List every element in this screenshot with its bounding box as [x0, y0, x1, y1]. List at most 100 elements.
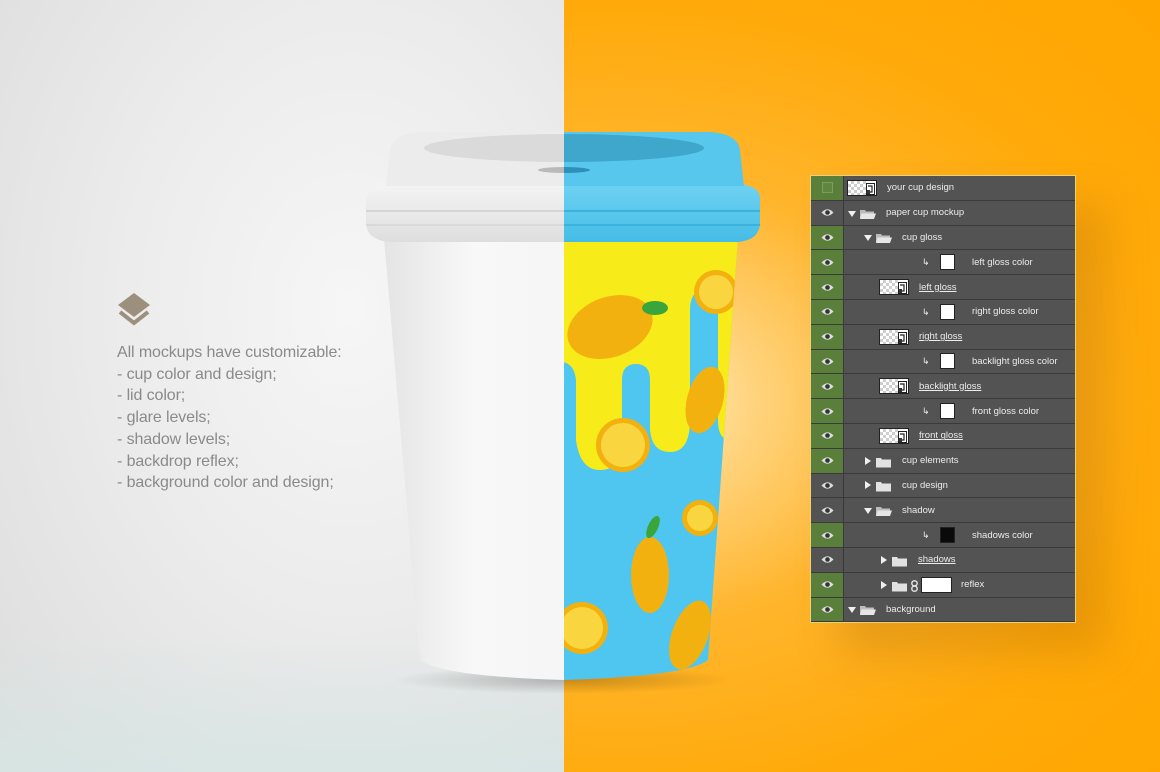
visibility-toggle[interactable] [811, 300, 844, 324]
fill-thumbnail [940, 303, 955, 320]
visibility-off-icon [821, 182, 833, 194]
visibility-toggle[interactable] [811, 597, 844, 622]
layer-row[interactable]: ↳ backlight gloss color [811, 349, 1075, 375]
layer-name: backlight gloss [919, 380, 982, 392]
folder-icon [892, 579, 908, 592]
layer-row[interactable]: cup elements [811, 448, 1075, 474]
visibility-toggle[interactable] [811, 548, 844, 572]
layer-row[interactable]: shadows [811, 548, 1075, 573]
smart-object-thumbnail [879, 427, 909, 444]
expand-arrow-icon[interactable] [881, 580, 887, 589]
folder-icon [860, 207, 876, 219]
eye-icon [821, 456, 834, 465]
eye-icon [821, 307, 834, 316]
layer-row[interactable]: reflex [811, 572, 1075, 598]
eye-icon [821, 208, 834, 217]
layer-row[interactable]: ↳ front gloss color [811, 399, 1075, 424]
visibility-toggle[interactable] [811, 200, 844, 225]
fill-thumbnail [940, 527, 955, 544]
layer-row[interactable]: ↳ left gloss color [811, 250, 1075, 276]
layer-name: cup design [902, 479, 948, 491]
layer-name: right gloss color [972, 306, 1039, 318]
clipping-mask-icon: ↳ [922, 356, 930, 367]
layer-name: shadow [902, 504, 935, 516]
layer-row[interactable]: cup gloss [811, 225, 1075, 251]
collapse-arrow-icon[interactable] [848, 210, 856, 217]
layer-name: left gloss color [972, 256, 1033, 268]
folder-icon [876, 455, 892, 468]
layer-name: paper cup mockup [886, 207, 965, 219]
layer-name: front gloss color [972, 405, 1040, 417]
eye-icon [821, 481, 834, 490]
visibility-toggle[interactable] [811, 473, 844, 498]
layer-name: shadows [918, 554, 956, 566]
folder-icon [892, 554, 908, 567]
layer-row[interactable]: ↳ right gloss color [811, 300, 1075, 325]
eye-icon [821, 357, 834, 366]
layer-name: your cup design [887, 182, 955, 194]
visibility-toggle[interactable] [811, 374, 844, 399]
visibility-toggle[interactable] [811, 399, 844, 423]
smart-object-thumbnail [847, 179, 877, 196]
smart-object-thumbnail [879, 378, 909, 395]
eye-icon [821, 605, 834, 614]
layer-row[interactable]: left gloss [811, 275, 1075, 300]
visibility-toggle[interactable] [811, 572, 844, 597]
layer-name: reflex [961, 579, 985, 591]
layer-name: right gloss [919, 331, 963, 343]
layer-name: left gloss [919, 281, 957, 293]
smart-object-thumbnail [879, 279, 909, 296]
layer-row[interactable]: your cup design [811, 176, 1075, 201]
eye-icon [821, 506, 834, 515]
expand-arrow-icon[interactable] [865, 456, 871, 465]
folder-icon [876, 504, 892, 517]
layer-name: cup elements [902, 455, 959, 467]
layer-name: cup gloss [902, 231, 943, 243]
layer-row[interactable]: shadow [811, 498, 1075, 524]
layer-name: background [886, 603, 936, 615]
folder-icon [876, 231, 892, 244]
eye-icon [821, 283, 834, 292]
clipping-mask-icon: ↳ [922, 257, 930, 268]
layers-panel: your cup design paper cup mockup cup gloss… [810, 175, 1076, 623]
visibility-toggle[interactable] [811, 424, 844, 448]
eye-icon [821, 233, 834, 242]
layer-row[interactable]: backlight gloss [811, 374, 1075, 400]
fill-thumbnail [940, 403, 955, 420]
visibility-toggle[interactable] [811, 523, 844, 547]
layer-row[interactable]: cup design [811, 473, 1075, 499]
visibility-toggle[interactable] [811, 324, 844, 349]
layer-name: shadows color [972, 529, 1033, 541]
fill-thumbnail [940, 353, 955, 370]
eye-icon [821, 555, 834, 564]
eye-icon [821, 531, 834, 540]
visibility-toggle[interactable] [811, 176, 844, 200]
mask-thumbnail [921, 576, 952, 593]
collapse-arrow-icon[interactable] [864, 508, 872, 515]
collapse-arrow-icon[interactable] [848, 607, 856, 614]
eye-icon [821, 382, 834, 391]
eye-icon [821, 431, 834, 440]
expand-arrow-icon[interactable] [881, 555, 887, 564]
folder-icon [860, 603, 876, 616]
visibility-toggle[interactable] [811, 349, 844, 374]
clipping-mask-icon: ↳ [922, 530, 930, 541]
layer-name: front gloss [919, 430, 963, 442]
layer-row[interactable]: right gloss [811, 324, 1075, 350]
smart-object-thumbnail [879, 328, 909, 345]
folder-icon [876, 479, 892, 492]
collapse-arrow-icon[interactable] [864, 235, 872, 242]
layer-row[interactable]: ↳ shadows color [811, 523, 1075, 548]
eye-icon [821, 258, 834, 267]
layer-row[interactable]: paper cup mockup [811, 200, 1075, 226]
visibility-toggle[interactable] [811, 275, 844, 299]
clipping-mask-icon: ↳ [922, 406, 930, 417]
visibility-toggle[interactable] [811, 250, 844, 275]
layer-row[interactable]: front gloss [811, 424, 1075, 449]
layer-name: backlight gloss color [972, 355, 1058, 367]
layer-row[interactable]: background [811, 597, 1075, 623]
visibility-toggle[interactable] [811, 448, 844, 473]
visibility-toggle[interactable] [811, 498, 844, 523]
expand-arrow-icon[interactable] [865, 481, 871, 490]
visibility-toggle[interactable] [811, 225, 844, 250]
